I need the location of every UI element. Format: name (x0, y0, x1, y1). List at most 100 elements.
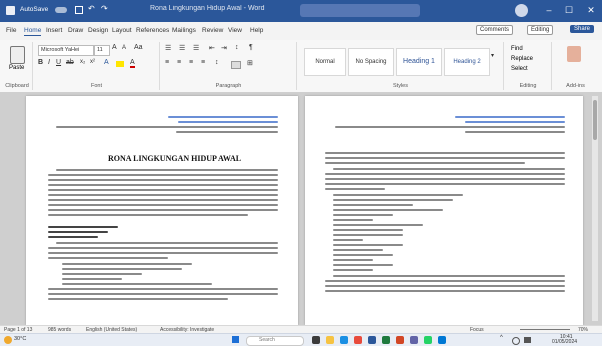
wifi-icon[interactable] (512, 337, 520, 345)
numbering-icon[interactable]: ☰ (179, 44, 185, 52)
excel-taskbar-icon[interactable] (382, 336, 390, 344)
style-no-spacing[interactable]: No Spacing (348, 48, 394, 76)
shrink-font-icon[interactable]: A (122, 45, 126, 51)
tray-chevron-icon[interactable]: ^ (500, 335, 503, 341)
chrome-icon[interactable] (354, 336, 362, 344)
find-button[interactable]: Find (511, 46, 523, 52)
tab-file[interactable]: File (6, 27, 16, 34)
subscript-icon[interactable]: x₂ (80, 59, 85, 65)
vertical-scrollbar[interactable] (592, 96, 598, 321)
edge-browser-icon[interactable] (340, 336, 348, 344)
avatar[interactable] (515, 4, 528, 17)
ribbon: Paste Clipboard Microsoft YaHei 11 A A A… (0, 40, 602, 93)
editing-mode-button[interactable]: Editing (527, 25, 554, 35)
speaker-icon[interactable] (524, 337, 531, 343)
tab-insert[interactable]: Insert (46, 27, 62, 34)
taskbar-search-placeholder: Search (259, 337, 275, 343)
underline-icon[interactable]: U (56, 59, 61, 66)
italic-icon[interactable]: I (48, 59, 50, 66)
styles-more-icon[interactable]: ▾ (491, 52, 494, 59)
style-heading-2[interactable]: Heading 2 (444, 48, 490, 76)
multilevel-list-icon[interactable]: ☰ (193, 44, 199, 52)
select-button[interactable]: Select (511, 66, 528, 72)
font-color-icon[interactable]: A (130, 59, 135, 68)
share-button[interactable]: Share (570, 25, 595, 33)
maximize-button[interactable]: ☐ (560, 4, 578, 17)
align-right-icon[interactable]: ≡ (189, 59, 193, 66)
tab-draw[interactable]: Draw (68, 27, 83, 34)
editing-group: Find Replace Select Editing (505, 42, 552, 90)
comments-button[interactable]: Comments (476, 25, 514, 35)
shading-icon[interactable] (231, 61, 241, 69)
align-center-icon[interactable]: ≡ (177, 59, 181, 66)
style-heading-1[interactable]: Heading 1 (396, 48, 442, 76)
font-name-dropdown[interactable]: Microsoft YaHei (38, 45, 94, 56)
scrollbar-thumb[interactable] (593, 100, 597, 140)
editing-group-label: Editing (519, 83, 537, 89)
styles-group: Normal No Spacing Heading 1 Heading 2 ▾ … (298, 42, 504, 90)
taskbar: 30°C Search ^ 10:41 01/05/2024 (0, 333, 602, 346)
teams-taskbar-icon[interactable] (410, 336, 418, 344)
borders-icon[interactable]: ⊞ (247, 59, 253, 67)
tab-layout[interactable]: Layout (112, 27, 132, 34)
sort-icon[interactable]: ↕ (235, 44, 239, 51)
tab-references[interactable]: References (136, 27, 169, 34)
paragraph-group: ☰ ☰ ☰ ⇤ ⇥ ↕ ¶ ≡ ≡ ≡ ≡ ↕ ⊞ Paragraph (161, 42, 297, 90)
show-marks-icon[interactable]: ¶ (249, 44, 253, 51)
addins-group: Add-ins (553, 42, 598, 90)
font-group-label: Font (90, 83, 102, 89)
grow-font-icon[interactable]: A (112, 44, 117, 51)
tab-help[interactable]: Help (250, 27, 263, 34)
paste-label[interactable]: Paste (9, 65, 24, 71)
text-effects-icon[interactable]: A (104, 59, 109, 66)
page-right[interactable] (305, 96, 583, 325)
title-bar: AutoSave ↶ ↷ Rona Lingkungan Hidup Awal … (0, 0, 602, 22)
increase-indent-icon[interactable]: ⇥ (221, 44, 227, 52)
page-left[interactable]: RONA LINGKUNGAN HIDUP AWAL (26, 96, 298, 325)
search-box[interactable] (300, 4, 420, 17)
tab-review[interactable]: Review (202, 27, 223, 34)
undo-icon[interactable]: ↶ (88, 4, 97, 13)
bullets-icon[interactable]: ☰ (165, 44, 171, 52)
minimize-button[interactable]: – (540, 4, 558, 17)
powerpoint-taskbar-icon[interactable] (396, 336, 404, 344)
bold-icon[interactable]: B (38, 59, 43, 66)
addins-icon[interactable] (567, 46, 581, 62)
document-area[interactable]: RONA LINGKUNGAN HIDUP AWAL (0, 92, 602, 325)
decrease-indent-icon[interactable]: ⇤ (209, 44, 215, 52)
document-heading: RONA LINGKUNGAN HIDUP AWAL (108, 154, 242, 163)
font-size-dropdown[interactable]: 11 (94, 45, 110, 56)
strikethrough-icon[interactable]: ab (66, 59, 74, 66)
tab-design[interactable]: Design (88, 27, 108, 34)
paragraph-group-label: Paragraph (215, 83, 242, 89)
replace-button[interactable]: Replace (511, 56, 533, 62)
weather-icon[interactable] (4, 336, 12, 344)
highlight-icon[interactable] (116, 61, 124, 67)
task-view-icon[interactable] (312, 336, 320, 344)
whatsapp-taskbar-icon[interactable] (424, 336, 432, 344)
font-group: Microsoft YaHei 11 A A Aa B I U ab x₂ x²… (34, 42, 160, 90)
autosave-toggle[interactable] (55, 7, 67, 13)
superscript-icon[interactable]: x² (90, 59, 95, 65)
paste-icon[interactable] (10, 46, 25, 64)
tab-home[interactable]: Home (24, 27, 42, 36)
save-icon[interactable] (75, 6, 83, 14)
change-case-icon[interactable]: Aa (134, 44, 143, 51)
clock-date[interactable]: 01/05/2024 (552, 339, 577, 345)
line-spacing-icon[interactable]: ↕ (215, 59, 219, 66)
zoom-slider[interactable] (520, 329, 570, 330)
store-taskbar-icon[interactable] (438, 336, 446, 344)
windows-start-icon[interactable] (232, 336, 239, 343)
tab-view[interactable]: View (228, 27, 242, 34)
clipboard-group-label: Clipboard (5, 83, 29, 89)
styles-group-label: Styles (393, 83, 408, 89)
style-normal[interactable]: Normal (304, 48, 346, 76)
file-explorer-icon[interactable] (326, 336, 334, 344)
weather-temp[interactable]: 30°C (14, 336, 26, 342)
redo-icon[interactable]: ↷ (101, 4, 110, 13)
word-taskbar-icon[interactable] (368, 336, 376, 344)
align-left-icon[interactable]: ≡ (165, 59, 169, 66)
tab-mailings[interactable]: Mailings (172, 27, 196, 34)
justify-icon[interactable]: ≡ (201, 59, 205, 66)
close-button[interactable]: ✕ (582, 4, 600, 17)
